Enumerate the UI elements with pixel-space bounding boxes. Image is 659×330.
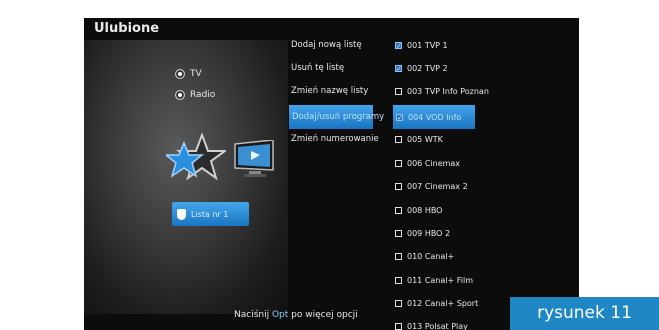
list-1-label: Lista nr 1 xyxy=(191,209,229,219)
shield-icon xyxy=(177,208,186,220)
mode-radio-option[interactable]: Radio xyxy=(175,90,215,100)
star-icon xyxy=(166,133,226,181)
mode-tv-option[interactable]: TV xyxy=(175,69,202,79)
tv-screen: Ulubione TV Radio Lista nr 1 Dodaj nową … xyxy=(84,18,579,330)
checkbox-icon xyxy=(395,136,402,143)
checkbox-icon xyxy=(395,183,402,190)
menu-rename-list[interactable]: Zmień nazwę listy xyxy=(291,85,376,98)
mode-tv-label: TV xyxy=(190,69,202,79)
list-1-button[interactable]: Lista nr 1 xyxy=(172,202,249,226)
channel-label: 005 WTK xyxy=(407,135,443,144)
channel-label: 008 HBO xyxy=(407,206,443,215)
checkbox-icon xyxy=(395,207,402,214)
options-hint: Naciśnij Opt po więcej opcji xyxy=(234,310,358,320)
channel-label: 010 Canal+ xyxy=(407,252,455,261)
channel-item[interactable]: 009 HBO 2 xyxy=(395,227,450,240)
channel-item[interactable]: 006 Cinemax xyxy=(395,157,460,170)
page-title: Ulubione xyxy=(94,21,160,36)
tv-icon xyxy=(234,140,274,177)
channel-label: 003 TVP Info Poznan xyxy=(407,87,489,96)
hint-key: Opt xyxy=(271,310,289,320)
checkbox-icon xyxy=(395,300,402,307)
figure-caption: rysunek 11 xyxy=(510,297,659,330)
channel-item[interactable]: ✓ 002 TVP 2 xyxy=(395,62,448,75)
checkbox-icon xyxy=(395,88,402,95)
channel-item[interactable]: 003 TVP Info Poznan xyxy=(395,85,489,98)
channel-item[interactable]: 011 Canal+ Film xyxy=(395,274,473,287)
checkbox-icon xyxy=(395,160,402,167)
channel-label: 012 Canal+ Sport xyxy=(407,299,479,308)
checkbox-icon xyxy=(395,253,402,260)
menu-remove-list[interactable]: Usuń tę listę xyxy=(291,62,376,75)
menu-add-list[interactable]: Dodaj nową listę xyxy=(291,39,376,52)
checkbox-icon xyxy=(395,277,402,284)
channel-label: 013 Polsat Play xyxy=(407,322,468,330)
checkbox-icon: ✓ xyxy=(396,113,403,122)
channel-label: 004 VOD Info xyxy=(408,112,462,122)
hint-prefix: Naciśnij xyxy=(234,310,270,320)
channel-label: 001 TVP 1 xyxy=(407,41,448,50)
channel-label: 011 Canal+ Film xyxy=(407,276,473,285)
channel-item[interactable]: 013 Polsat Play xyxy=(395,320,468,330)
menu-change-numbering[interactable]: Zmień numerowanie xyxy=(291,133,379,146)
checkbox-icon: ✓ xyxy=(395,65,402,73)
channel-label: 006 Cinemax xyxy=(407,159,461,168)
channel-item[interactable]: 007 Cinemax 2 xyxy=(395,180,468,193)
channel-item-selected[interactable]: ✓ 004 VOD Info xyxy=(393,105,475,129)
left-panel: TV Radio Lista nr 1 xyxy=(84,40,288,314)
menu-add-remove-programs[interactable]: Dodaj/usuń programy xyxy=(289,105,384,129)
channel-item[interactable]: 005 WTK xyxy=(395,133,443,146)
channel-item[interactable]: 008 HBO xyxy=(395,204,442,217)
channel-label: 009 HBO 2 xyxy=(407,229,451,238)
radio-button-icon xyxy=(175,90,185,100)
radio-button-icon xyxy=(175,69,185,79)
checkbox-icon xyxy=(395,230,402,237)
checkbox-icon xyxy=(395,323,402,330)
channel-item[interactable]: 010 Canal+ xyxy=(395,250,454,263)
channel-label: 007 Cinemax 2 xyxy=(407,182,468,191)
hint-suffix: po więcej opcji xyxy=(291,310,358,320)
channel-item[interactable]: ✓ 001 TVP 1 xyxy=(395,39,448,52)
mode-radio-label: Radio xyxy=(190,90,216,100)
channel-label: 002 TVP 2 xyxy=(407,64,448,73)
checkbox-icon: ✓ xyxy=(395,42,402,50)
channel-item[interactable]: 012 Canal+ Sport xyxy=(395,297,478,310)
